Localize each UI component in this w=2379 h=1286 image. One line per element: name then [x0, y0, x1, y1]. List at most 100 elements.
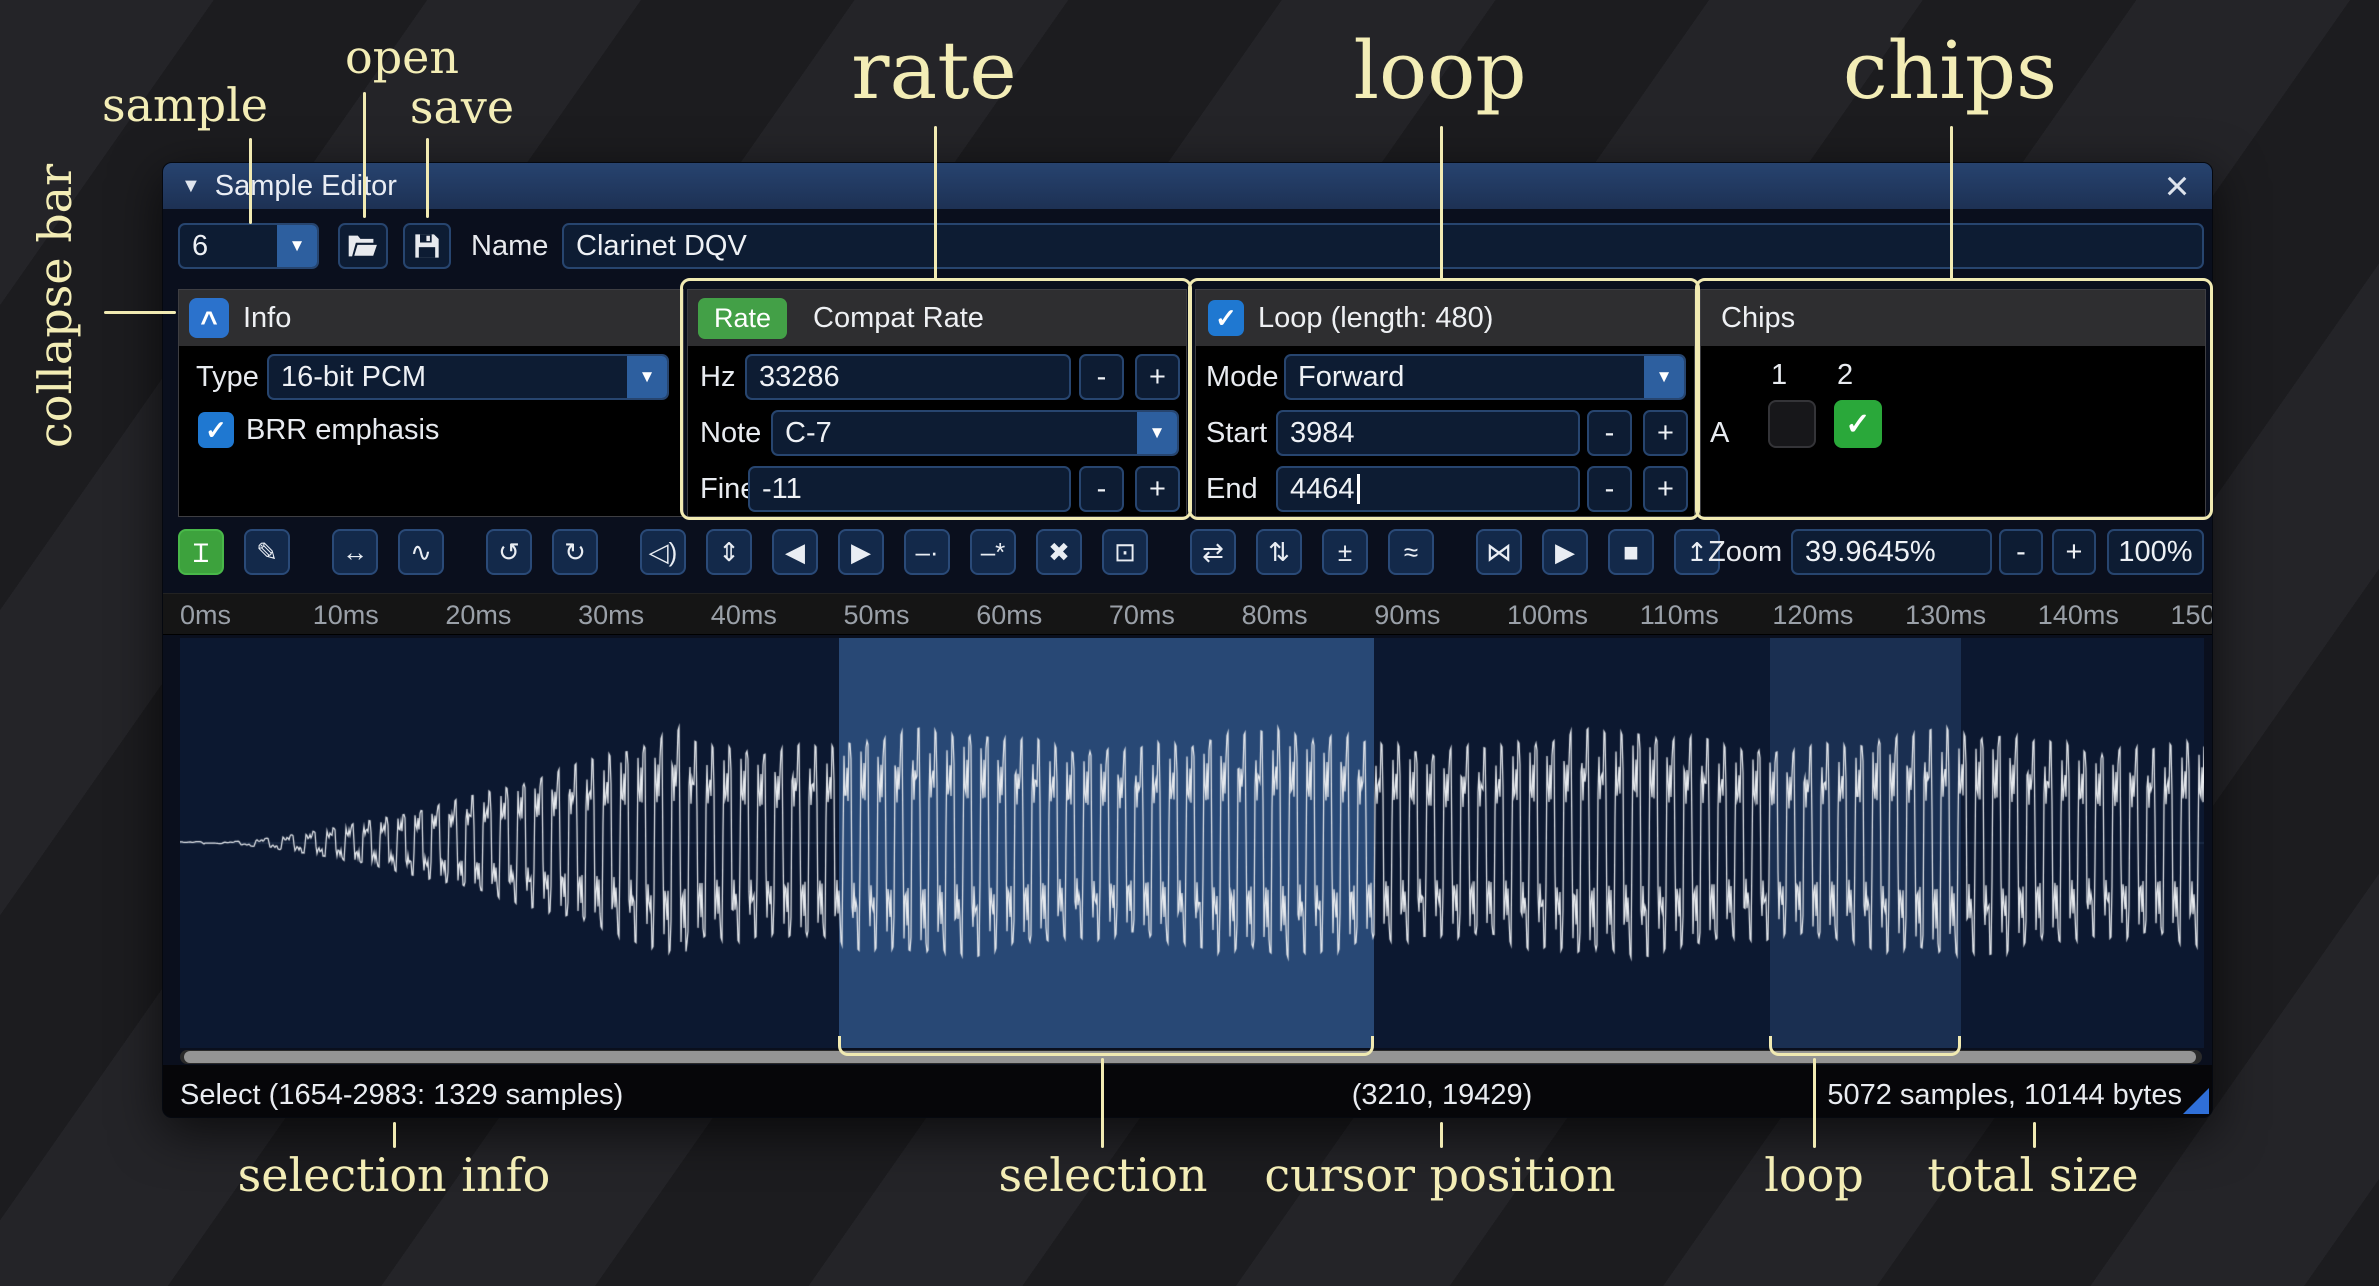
resample-button[interactable]: ∿	[398, 529, 444, 575]
zoom-input[interactable]: 39.9645%	[1791, 529, 1992, 575]
zoom-input-value: 39.9645%	[1805, 536, 1936, 569]
annotation-loop-line	[1440, 126, 1443, 280]
title-bar[interactable]: ▼ Sample Editor	[163, 163, 2212, 209]
type-select[interactable]: 16-bit PCM ▼	[267, 354, 669, 400]
apply-filter-button[interactable]: ≈	[1388, 529, 1434, 575]
draw-tool-button[interactable]: ✎	[244, 529, 290, 575]
sample-number-select[interactable]: 6 ▼	[178, 223, 319, 269]
annotation-loop-bottom-label: loop	[1764, 1148, 1864, 1202]
annotation-collapse-bar-line	[104, 311, 176, 314]
timeline-label: 130ms	[1905, 600, 1986, 631]
delete-button[interactable]: ✖	[1036, 529, 1082, 575]
fade-out-button[interactable]: ▶	[838, 529, 884, 575]
window-title: Sample Editor	[215, 170, 397, 203]
info-panel-header: ^ Info	[179, 290, 683, 346]
annotation-chips-label: chips	[1843, 24, 2057, 117]
redo-button[interactable]: ↻	[552, 529, 598, 575]
fade-in-button[interactable]: ◀	[772, 529, 818, 575]
normalize-button[interactable]: ⇕	[706, 529, 752, 575]
annotation-loop-label: loop	[1353, 24, 1526, 117]
close-button[interactable]: ×	[2156, 163, 2198, 209]
annotation-selection-info-line	[393, 1122, 396, 1148]
amplify-button[interactable]: ◁)	[640, 529, 686, 575]
save-floppy-icon	[413, 232, 441, 260]
type-select-arrow-icon[interactable]: ▼	[627, 356, 667, 398]
open-button[interactable]	[338, 223, 388, 269]
waveform-view[interactable]	[180, 638, 2204, 1048]
trim-button[interactable]: ⊡	[1102, 529, 1148, 575]
stop-preview-button[interactable]: ■	[1608, 529, 1654, 575]
annotation-rate-box	[680, 278, 1192, 520]
sample-number-value: 6	[180, 230, 277, 263]
toolbar-group: ↺↻	[486, 529, 598, 575]
apply-silence-button[interactable]: ‒*	[970, 529, 1016, 575]
timeline-label: 20ms	[445, 600, 511, 631]
timeline-label: 140ms	[2038, 600, 2119, 631]
waveform-canvas[interactable]	[180, 638, 2204, 1048]
sample-select-arrow-icon[interactable]: ▼	[277, 225, 317, 267]
timeline-label: 50ms	[844, 600, 910, 631]
timeline-ruler[interactable]: 0ms10ms20ms30ms40ms50ms60ms70ms80ms90ms1…	[163, 593, 2212, 635]
timeline-label: 150ms	[2171, 600, 2214, 631]
timeline-label: 40ms	[711, 600, 777, 631]
name-label: Name	[471, 223, 548, 269]
cursor-position-text: (3210, 19429)	[1352, 1079, 1533, 1112]
window-resize-grip[interactable]	[2183, 1088, 2209, 1114]
annotation-sample-line	[249, 138, 252, 224]
undo-button[interactable]: ↺	[486, 529, 532, 575]
annotation-selection-label: selection	[998, 1148, 1207, 1202]
annotation-sample-label: sample	[102, 78, 268, 132]
annotation-open-label: open	[345, 30, 459, 84]
brr-emphasis-checkbox[interactable]: ✓	[198, 412, 234, 448]
timeline-label: 110ms	[1640, 600, 1719, 631]
zoom-in-button[interactable]: +	[2052, 529, 2096, 575]
brr-emphasis-label: BRR emphasis	[246, 407, 439, 453]
window-collapse-icon[interactable]: ▼	[181, 175, 201, 198]
chevron-up-icon: ^	[200, 306, 218, 340]
timeline-label: 80ms	[1242, 600, 1308, 631]
toolbar-group: ⋈▶■↥	[1476, 529, 1720, 575]
toolbar-group: ↔∿	[332, 529, 444, 575]
annotation-cursor-position-label: cursor position	[1264, 1148, 1615, 1202]
preview-button[interactable]: ▶	[1542, 529, 1588, 575]
toolbar-group: ⇄ ⇅ ± ≈	[1190, 529, 1434, 575]
annotation-rate-label: rate	[851, 24, 1016, 117]
type-label: Type	[196, 354, 259, 400]
selection-info-text: Select (1654-2983: 1329 samples)	[180, 1079, 623, 1112]
crossfade-loop-button[interactable]: ⋈	[1476, 529, 1522, 575]
info-panel-title: Info	[243, 302, 291, 335]
select-tool-button[interactable]: Ɪ	[178, 529, 224, 575]
insert-silence-button[interactable]: ‒·	[904, 529, 950, 575]
check-icon: ✓	[205, 415, 227, 446]
close-icon: ×	[2165, 162, 2190, 210]
total-size-text: 5072 samples, 10144 bytes	[1827, 1079, 2182, 1112]
name-input[interactable]: Clarinet DQV	[562, 223, 2204, 269]
signed-unsigned-button[interactable]: ±	[1322, 529, 1368, 575]
toolbar-groups: Ɪ✎↔∿↺↻◁)⇕◀▶‒·‒*✖⊡⇄⇅±≈⋈▶■↥	[178, 529, 1762, 575]
annotation-total-size-label: total size	[1927, 1148, 2138, 1202]
annotation-open-line	[363, 92, 366, 218]
timeline-label: 120ms	[1772, 600, 1853, 631]
annotation-cursor-position-line	[1440, 1122, 1443, 1148]
zoom-out-button[interactable]: -	[1999, 529, 2043, 575]
timeline-label: 90ms	[1374, 600, 1440, 631]
name-input-value: Clarinet DQV	[576, 230, 747, 263]
save-button[interactable]	[403, 223, 451, 269]
type-select-value: 16-bit PCM	[269, 361, 627, 394]
collapse-bar-button[interactable]: ^	[189, 298, 229, 338]
annotation-collapse-bar-label: collapse bar	[28, 176, 82, 448]
annotation-chips-line	[1950, 126, 1953, 280]
timeline-label: 60ms	[976, 600, 1042, 631]
annotation-rate-line	[934, 126, 937, 280]
annotation-loop-box	[1188, 278, 1700, 520]
reverse-button[interactable]: ⇄	[1190, 529, 1236, 575]
annotation-loop-bracket	[1769, 1036, 1961, 1056]
annotation-total-size-line	[2033, 1122, 2036, 1148]
resize-button[interactable]: ↔	[332, 529, 378, 575]
annotation-save-line	[426, 138, 429, 218]
timeline-label: 70ms	[1109, 600, 1175, 631]
timeline-label: 0ms	[180, 600, 231, 631]
invert-button[interactable]: ⇅	[1256, 529, 1302, 575]
annotation-selection-info-label: selection info	[238, 1148, 551, 1202]
zoom-reset-button[interactable]: 100%	[2107, 529, 2204, 575]
